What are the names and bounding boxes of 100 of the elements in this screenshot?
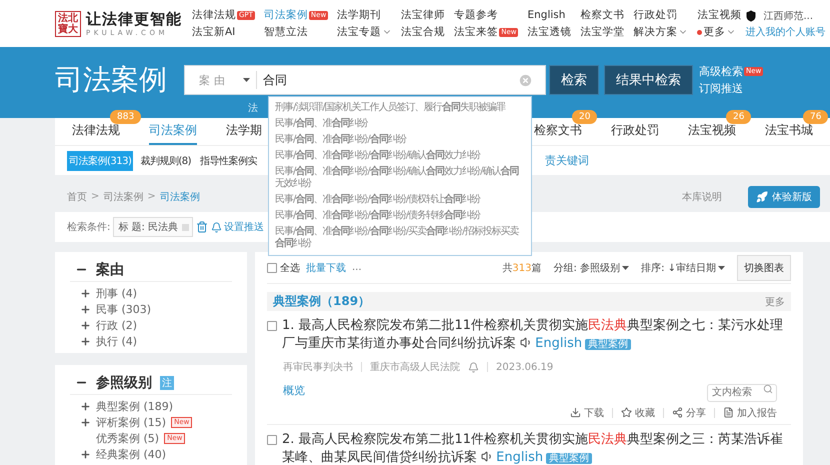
banner-link[interactable]: 高级检索 (699, 64, 743, 79)
document-icon (723, 407, 734, 418)
nav-link[interactable]: 更多 (703, 25, 736, 39)
new-version-button[interactable]: 体验新版 (748, 186, 820, 208)
plus-icon[interactable] (80, 288, 91, 298)
suggestion-item[interactable]: 民事/合同、准合同纠纷/合同纠纷/确认合同效力纠纷/确认合同无效纠纷 (269, 164, 531, 192)
switch-chart-button[interactable]: 切换图表 (737, 254, 791, 280)
result-title[interactable]: 2. 最高人民检察院发布第二批11件检察机关贯彻实施民法典典型案例之三：芮某浩诉崔某峰、曲某凤民间借贷纠纷抗诉案 English 典型案例 (282, 430, 791, 465)
count-badge: 76 (803, 110, 828, 124)
plus-icon[interactable] (80, 448, 91, 460)
banner-link[interactable]: 订阅推送 (699, 81, 743, 96)
count-badge: 26 (726, 110, 752, 124)
result-checkbox[interactable] (267, 321, 277, 331)
nav-link[interactable]: 法宝视频 (697, 8, 742, 22)
count-badge: 20 (572, 110, 598, 124)
batch-download-link[interactable]: 批量下载 (306, 260, 346, 274)
english-link[interactable]: English (496, 450, 544, 464)
breadcrumb-link[interactable]: 司法案例 (103, 190, 144, 204)
bell-icon (211, 222, 222, 232)
facet-item[interactable]: 刑事 (4) (80, 285, 232, 301)
plus-icon[interactable] (80, 304, 91, 314)
search-input[interactable]: 合同 (257, 73, 518, 87)
result-title[interactable]: 1. 最高人民检察院发布第二批11件检察机关贯彻实施民法典典型案例之七：某污水处理厂与重庆市某街道办事处合同纠纷抗诉案 English 典型案例 (282, 317, 791, 354)
result-checkbox[interactable] (267, 434, 277, 444)
keyword-link[interactable]: 责关键词 (545, 153, 589, 168)
result-action-button[interactable]: 加入报告 (723, 406, 777, 420)
category-tab[interactable]: 行政处罚 (611, 118, 659, 145)
suggestion-item[interactable]: 民事/合同、准合同纠纷 (269, 116, 531, 132)
search-button[interactable]: 结果中检索 (604, 65, 693, 95)
plus-icon[interactable] (80, 416, 91, 428)
result-meta: 重庆市高级人民法院 (370, 360, 460, 374)
nav-link[interactable]: English (527, 8, 566, 22)
nav-link[interactable]: 智慧立法 (264, 25, 308, 39)
nav-link[interactable]: 司法案例 (264, 8, 308, 22)
logo-seal: 法北寶大 (55, 10, 81, 36)
select-all-checkbox[interactable]: 全选 (267, 260, 300, 274)
result-meta: 2023.06.19 (496, 362, 554, 372)
nav-link[interactable]: 法宝合规 (401, 25, 446, 39)
sort-dropdown[interactable]: 排序: ↓审结日期 (641, 260, 725, 274)
result-action-button[interactable]: 下载 (570, 406, 604, 420)
facet-item[interactable]: 典型案例 (189) (80, 398, 232, 414)
suggestion-item[interactable]: 民事/合同、准合同纠纷/合同纠纷 (269, 132, 531, 148)
nav-link[interactable]: 法宝新AI (192, 25, 236, 39)
breadcrumb-link[interactable]: 首页 (67, 190, 87, 204)
nav-link[interactable]: 解决方案 (633, 25, 688, 39)
bell-icon[interactable] (468, 362, 479, 372)
library-note-link[interactable]: 本库说明 (682, 190, 722, 204)
plus-icon[interactable] (80, 336, 91, 346)
star-icon (621, 407, 632, 418)
result-action-button[interactable]: 分享 (672, 406, 706, 420)
shield-icon (745, 10, 758, 22)
category-tab[interactable]: 法学期 (226, 118, 262, 145)
suggestion-item[interactable]: 民事/合同、准合同纠纷/合同纠纷/债务转移合同纠纷 (269, 208, 531, 224)
nav-link[interactable]: 法宝律师 (401, 8, 446, 22)
facet-item[interactable]: 民事 (303) (80, 301, 232, 317)
page-title: 司法案例 (55, 62, 168, 98)
account-link[interactable]: 进入我的个人账号 (745, 24, 826, 38)
plus-icon[interactable] (80, 320, 91, 330)
subcategory-tab[interactable]: 裁判规则(8) (138, 150, 194, 170)
nav-link[interactable]: 行政处罚 (633, 8, 678, 22)
panel-title: 参照级别 (96, 374, 152, 392)
nav-link[interactable]: 法宝学堂 (580, 25, 624, 39)
nav-link[interactable]: 专题参考 (454, 8, 498, 22)
subcategory-tab[interactable]: 指导性案例实 (198, 150, 260, 170)
breadcrumb-link[interactable]: 司法案例 (160, 190, 200, 204)
rocket-icon (756, 190, 768, 202)
facet-item[interactable]: 执行 (4) (80, 333, 232, 349)
filter-label: 检索条件: (67, 220, 110, 234)
suggestion-item[interactable]: 民事/合同、准合同纠纷/合同纠纷/债权转让合同纠纷 (269, 192, 531, 208)
caret-icon (718, 266, 725, 270)
suggestion-item[interactable]: 刑事/渎职罪/国家机关工作人员签订、履行合同失职被骗罪 (269, 100, 531, 116)
count-badge: 883 (110, 110, 142, 124)
group-dropdown[interactable]: 分组: 参照级别 (554, 260, 630, 274)
search-button[interactable]: 检索 (549, 65, 599, 95)
plus-icon[interactable] (80, 400, 91, 412)
nav-link[interactable]: 法律法规 (192, 8, 236, 22)
in-text-search-field[interactable]: 文内检索 (707, 384, 777, 402)
trash-icon[interactable] (196, 221, 208, 233)
suggestion-item[interactable]: 民事/合同、准合同纠纷/合同纠纷/确认合同效力纠纷 (269, 148, 531, 164)
more-link[interactable]: 更多 (765, 294, 785, 308)
nav-link[interactable]: 法学期刊 (337, 8, 382, 22)
english-link[interactable]: English (535, 336, 582, 351)
more-link[interactable]: ... (352, 262, 362, 273)
suggestion-item[interactable]: 民事/合同、准合同纠纷/合同纠纷/买卖合同纠纷/招标投标买卖合同纠纷 (269, 224, 531, 252)
nav-link[interactable]: 检察文书 (580, 8, 624, 22)
note-badge: 注 (160, 376, 174, 390)
logo-slogan: 让法律更智能 (86, 10, 182, 29)
overview-link[interactable]: 概览 (283, 383, 305, 398)
nav-link[interactable]: 法宝来签 (454, 25, 498, 39)
nav-link[interactable]: 法宝专题 (337, 25, 392, 39)
download-icon (570, 407, 581, 418)
facet-item[interactable]: 行政 (2) (80, 317, 232, 333)
facet-item[interactable]: 经典案例 (40) (80, 446, 232, 462)
nav-link[interactable]: 法宝透镜 (527, 25, 572, 39)
push-settings-link[interactable]: 设置推送 (211, 220, 264, 234)
filter-chip[interactable]: 标 题: 民法典 (113, 217, 194, 237)
result-action-button[interactable]: 收藏 (621, 406, 655, 420)
total-count: 共313篇 (502, 262, 542, 274)
search-field[interactable]: 案由 合同 (184, 65, 546, 95)
account-name: 江西师范... (763, 10, 814, 22)
